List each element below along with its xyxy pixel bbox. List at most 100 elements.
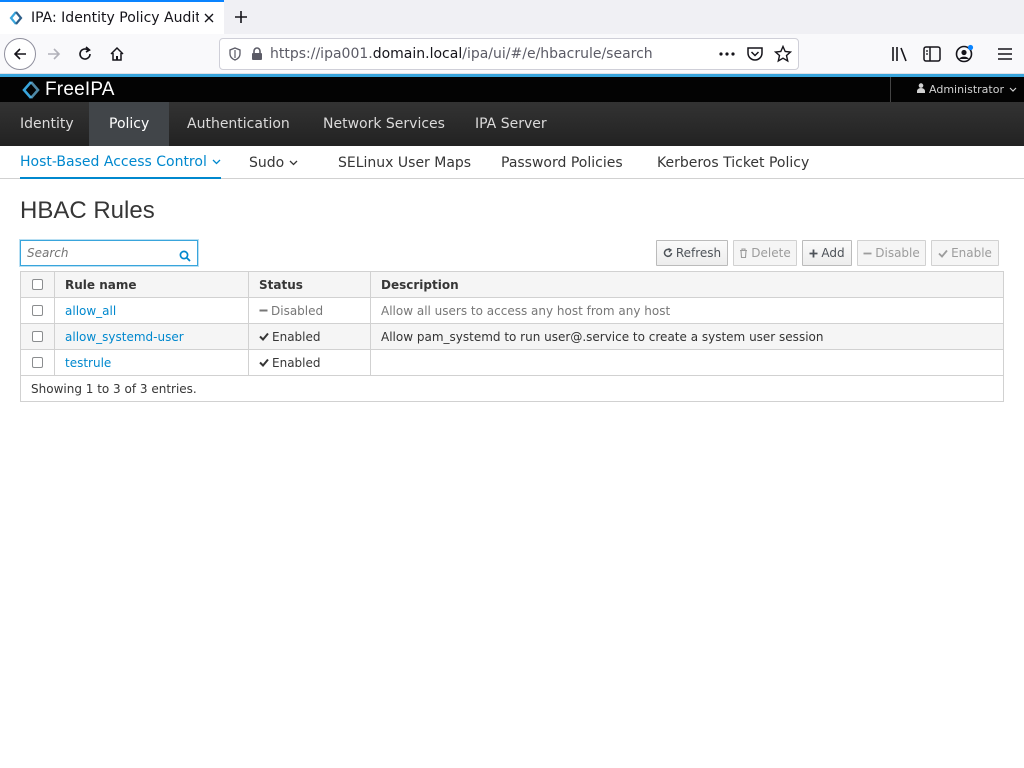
user-menu[interactable]: Administrator bbox=[890, 77, 1024, 102]
tab-title: IPA: Identity Policy Audit bbox=[31, 10, 199, 26]
freeipa-logo-icon bbox=[22, 80, 40, 99]
secondary-nav: Host-Based Access Control Sudo SELinux U… bbox=[0, 146, 1024, 179]
disable-label: Disable bbox=[875, 246, 920, 260]
status-text: Enabled bbox=[272, 355, 321, 370]
nav-network-services[interactable]: Network Services bbox=[303, 102, 465, 146]
hamburger-menu-icon[interactable] bbox=[995, 44, 1015, 64]
rule-name-cell: testrule bbox=[55, 350, 249, 375]
library-icon[interactable] bbox=[890, 44, 910, 64]
trash-icon bbox=[739, 248, 748, 258]
refresh-label: Refresh bbox=[675, 246, 722, 260]
table-row: testrule Enabled bbox=[21, 350, 1003, 376]
primary-nav: Identity Policy Authentication Network S… bbox=[0, 102, 1024, 146]
brand-name: FreeIPA bbox=[45, 78, 115, 100]
row-checkbox-cell bbox=[21, 324, 55, 349]
status-cell: Disabled bbox=[249, 298, 371, 323]
column-header-status[interactable]: Status bbox=[249, 272, 371, 297]
freeipa-favicon-icon bbox=[8, 10, 24, 26]
refresh-button[interactable]: Refresh bbox=[656, 240, 728, 266]
enable-button[interactable]: Enable bbox=[931, 240, 999, 266]
shield-icon[interactable] bbox=[226, 45, 244, 63]
back-icon[interactable] bbox=[4, 38, 36, 70]
subnav-sudo-label: Sudo bbox=[249, 154, 285, 171]
hbac-rules-table: Rule name Status Description allow_all D… bbox=[20, 271, 1004, 402]
rule-name-cell: allow_systemd-user bbox=[55, 324, 249, 349]
home-icon[interactable] bbox=[101, 38, 133, 70]
description-cell: Allow all users to access any host from … bbox=[381, 303, 671, 318]
check-icon bbox=[259, 332, 269, 341]
forward-icon[interactable] bbox=[38, 38, 70, 70]
subnav-sudo[interactable]: Sudo bbox=[249, 146, 298, 179]
user-icon bbox=[917, 83, 925, 96]
enable-label: Enable bbox=[951, 246, 992, 260]
nav-policy[interactable]: Policy bbox=[89, 102, 170, 146]
chevron-down-icon bbox=[212, 159, 221, 165]
plus-icon bbox=[809, 249, 818, 258]
pocket-icon[interactable] bbox=[746, 45, 764, 67]
disable-button[interactable]: Disable bbox=[857, 240, 926, 266]
check-icon bbox=[259, 358, 269, 367]
lock-icon[interactable] bbox=[248, 45, 266, 63]
status-cell: Enabled bbox=[249, 324, 371, 349]
chevron-down-icon bbox=[1009, 85, 1017, 95]
masthead: FreeIPA Administrator bbox=[0, 77, 1024, 102]
row-checkbox[interactable] bbox=[32, 305, 43, 316]
select-all-checkbox[interactable] bbox=[32, 279, 43, 290]
account-icon[interactable] bbox=[954, 44, 974, 64]
bookmark-star-icon[interactable] bbox=[773, 44, 793, 67]
rule-name-link[interactable]: allow_systemd-user bbox=[65, 330, 184, 344]
new-tab-icon[interactable] bbox=[231, 7, 251, 27]
more-actions-icon[interactable] bbox=[718, 45, 736, 67]
row-checkbox[interactable] bbox=[32, 331, 43, 342]
column-header-description[interactable]: Description bbox=[371, 272, 1003, 297]
user-name: Administrator bbox=[929, 83, 1004, 96]
status-text: Disabled bbox=[271, 303, 324, 318]
close-tab-icon[interactable] bbox=[202, 11, 216, 25]
url-bar[interactable]: https://ipa001.domain.local/ipa/ui/#/e/h… bbox=[219, 38, 799, 70]
delete-label: Delete bbox=[751, 246, 791, 260]
minus-icon bbox=[259, 306, 268, 315]
page-title: HBAC Rules bbox=[20, 197, 155, 224]
nav-ipa-server[interactable]: IPA Server bbox=[455, 102, 567, 146]
row-checkbox-cell bbox=[21, 298, 55, 323]
chevron-down-icon bbox=[289, 160, 298, 166]
url-text: https://ipa001.domain.local/ipa/ui/#/e/h… bbox=[270, 46, 653, 62]
subnav-hbac-label: Host-Based Access Control bbox=[20, 153, 207, 170]
search-box bbox=[20, 240, 198, 266]
delete-button[interactable]: Delete bbox=[733, 240, 797, 266]
sidebar-icon[interactable] bbox=[922, 44, 942, 64]
table-row: allow_all Disabled Allow all users to ac… bbox=[21, 298, 1003, 324]
subnav-hbac[interactable]: Host-Based Access Control bbox=[20, 146, 221, 179]
description-cell bbox=[371, 350, 1003, 375]
status-cell: Enabled bbox=[249, 350, 371, 375]
add-button[interactable]: Add bbox=[802, 240, 852, 266]
description-cell: Allow pam_systemd to run user@.service t… bbox=[381, 329, 824, 344]
reload-icon[interactable] bbox=[69, 38, 101, 70]
browser-tabstrip: IPA: Identity Policy Audit bbox=[0, 0, 1024, 34]
search-icon[interactable] bbox=[179, 247, 191, 262]
column-header-rule-name[interactable]: Rule name bbox=[55, 272, 249, 297]
subnav-selinux-user-maps[interactable]: SELinux User Maps bbox=[338, 146, 471, 179]
browser-navbar: https://ipa001.domain.local/ipa/ui/#/e/h… bbox=[0, 34, 1024, 74]
subnav-kerberos-ticket-policy[interactable]: Kerberos Ticket Policy bbox=[657, 146, 809, 179]
row-checkbox-cell bbox=[21, 350, 55, 375]
table-footer: Showing 1 to 3 of 3 entries. bbox=[31, 381, 197, 396]
rule-name-link[interactable]: allow_all bbox=[65, 304, 116, 318]
row-checkbox[interactable] bbox=[32, 357, 43, 368]
status-text: Enabled bbox=[272, 329, 321, 344]
search-input[interactable] bbox=[21, 241, 171, 265]
refresh-icon bbox=[663, 248, 673, 258]
table-header-row: Rule name Status Description bbox=[21, 272, 1003, 298]
brand-logo[interactable]: FreeIPA bbox=[22, 78, 115, 101]
rule-name-link[interactable]: testrule bbox=[65, 356, 111, 370]
add-label: Add bbox=[821, 246, 845, 260]
nav-identity[interactable]: Identity bbox=[0, 102, 94, 146]
subnav-password-policies[interactable]: Password Policies bbox=[501, 146, 623, 179]
minus-icon bbox=[863, 249, 872, 258]
check-icon bbox=[938, 249, 948, 258]
table-row: allow_systemd-user Enabled Allow pam_sys… bbox=[21, 324, 1003, 350]
nav-authentication[interactable]: Authentication bbox=[167, 102, 310, 146]
header-checkbox-cell bbox=[21, 272, 55, 297]
rule-name-cell: allow_all bbox=[55, 298, 249, 323]
browser-tab[interactable]: IPA: Identity Policy Audit bbox=[0, 0, 224, 34]
